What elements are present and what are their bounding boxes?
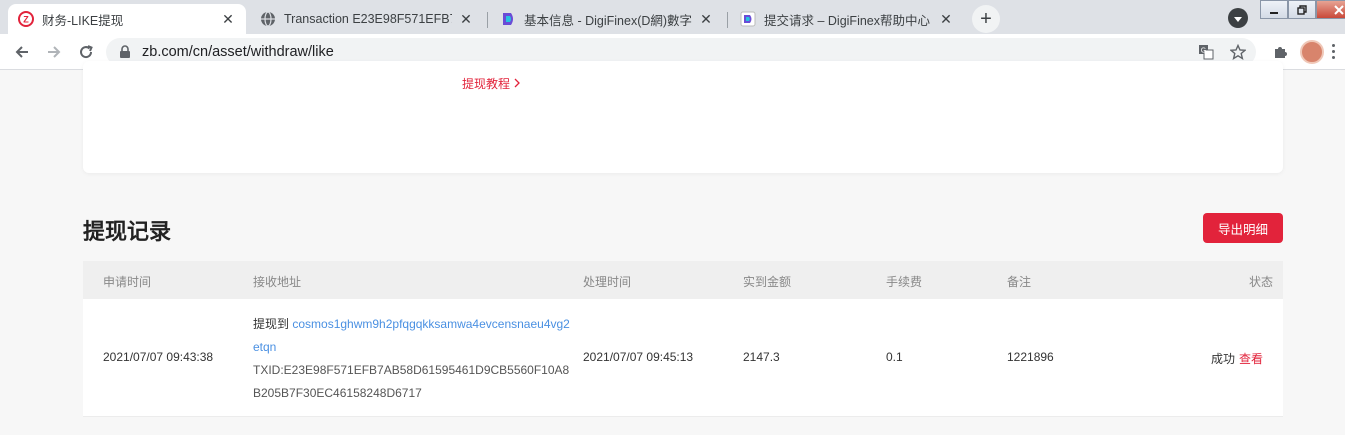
tab-submit-request[interactable]: 提交请求 – DigiFinex帮助中心 ✕ <box>730 4 964 34</box>
page-title: 提现记录 <box>83 219 172 244</box>
window-controls <box>1260 0 1345 20</box>
header-process-time: 处理时间 <box>583 275 632 289</box>
globe-icon <box>260 11 276 27</box>
withdraw-tutorial-link[interactable]: 提现教程 <box>462 75 521 92</box>
fee-cell: 0.1 <box>886 350 903 364</box>
amount-cell: 2147.3 <box>743 350 780 364</box>
svg-text:G: G <box>1201 48 1206 55</box>
zb-logo-icon: Z <box>18 11 34 27</box>
header-fee: 手续费 <box>886 275 923 289</box>
svg-text:Z: Z <box>23 15 29 25</box>
withdraw-records-table: 申请时间 接收地址 处理时间 实到金额 手续费 备注 状态 2021/07/07… <box>83 261 1283 417</box>
tutorial-link-label: 提现教程 <box>462 77 511 91</box>
withdraw-form-card: 提现教程 <box>83 61 1283 173</box>
restore-icon[interactable] <box>1288 0 1316 19</box>
table-header: 申请时间 接收地址 处理时间 实到金额 手续费 备注 状态 <box>83 261 1283 299</box>
tab-divider <box>727 12 728 28</box>
close-tab-icon[interactable]: ✕ <box>458 11 474 27</box>
header-status: 状态 <box>1248 275 1273 289</box>
forward-icon[interactable] <box>42 40 66 64</box>
close-tab-icon[interactable]: ✕ <box>938 11 954 27</box>
bookmark-star-icon[interactable] <box>1228 42 1248 62</box>
page-content: 提现教程 提现记录 导出明细 申请时间 接收地址 处理时间 实到金额 手续费 备… <box>0 61 1345 435</box>
process-time-cell: 2021/07/07 09:45:13 <box>583 350 694 364</box>
url-text: zb.com/cn/asset/withdraw/like <box>142 44 334 60</box>
header-amount: 实到金额 <box>743 275 792 289</box>
status-text: 成功 <box>1211 352 1236 366</box>
header-remark: 备注 <box>1007 275 1032 289</box>
close-tab-icon[interactable]: ✕ <box>698 11 714 27</box>
status-cell: 成功 查看 <box>1211 350 1263 367</box>
new-tab-button[interactable]: + <box>972 5 1000 33</box>
chrome-menu-icon[interactable] <box>1330 44 1336 59</box>
digifinex-help-icon <box>740 11 756 27</box>
chevron-right-icon <box>513 77 521 91</box>
header-address: 接收地址 <box>253 275 302 289</box>
tab-title: 基本信息 - DigiFinex(D網)數字資 <box>524 13 692 28</box>
tab-transaction[interactable]: Transaction E23E98F571EFB7AB ✕ <box>250 4 484 34</box>
remark-cell: 1221896 <box>1007 350 1054 364</box>
header-apply-time: 申请时间 <box>103 275 152 289</box>
address-cell: 提现到 cosmos1ghwm9h2pfqgqkksamwa4evcensnae… <box>253 313 573 405</box>
translate-icon[interactable]: G <box>1196 42 1216 62</box>
minimize-icon[interactable] <box>1260 0 1288 19</box>
back-icon[interactable] <box>10 40 34 64</box>
tab-title: 提交请求 – DigiFinex帮助中心 <box>764 13 930 28</box>
tab-like-withdraw[interactable]: Z 财务-LIKE提现 ✕ <box>8 4 246 34</box>
tab-bar: Z 财务-LIKE提现 ✕ Transaction E23E98F571EFB7… <box>0 0 1345 34</box>
lock-icon[interactable] <box>118 45 132 59</box>
tab-title: 财务-LIKE提现 <box>42 13 124 28</box>
tab-title: Transaction E23E98F571EFB7AB <box>284 12 452 26</box>
tab-digifinex-info[interactable]: 基本信息 - DigiFinex(D網)數字資 ✕ <box>490 4 724 34</box>
tab-divider <box>487 12 488 28</box>
address-link[interactable]: cosmos1ghwm9h2pfqgqkksamwa4evcensnaeu4vg… <box>253 317 570 354</box>
table-row: 2021/07/07 09:43:38 提现到 cosmos1ghwm9h2pf… <box>83 299 1283 417</box>
digifinex-logo-icon <box>500 11 516 27</box>
tab-search-icon[interactable] <box>1228 8 1248 28</box>
apply-time-cell: 2021/07/07 09:43:38 <box>103 350 214 364</box>
view-details-link[interactable]: 查看 <box>1239 352 1263 366</box>
txid-text: TXID:E23E98F571EFB7AB58D61595461D9CB5560… <box>253 363 570 400</box>
withdraw-to-label: 提现到 <box>253 317 293 331</box>
close-window-icon[interactable] <box>1316 0 1345 19</box>
close-tab-icon[interactable]: ✕ <box>220 11 236 27</box>
profile-avatar[interactable] <box>1300 40 1324 64</box>
export-details-button[interactable]: 导出明细 <box>1203 213 1283 243</box>
